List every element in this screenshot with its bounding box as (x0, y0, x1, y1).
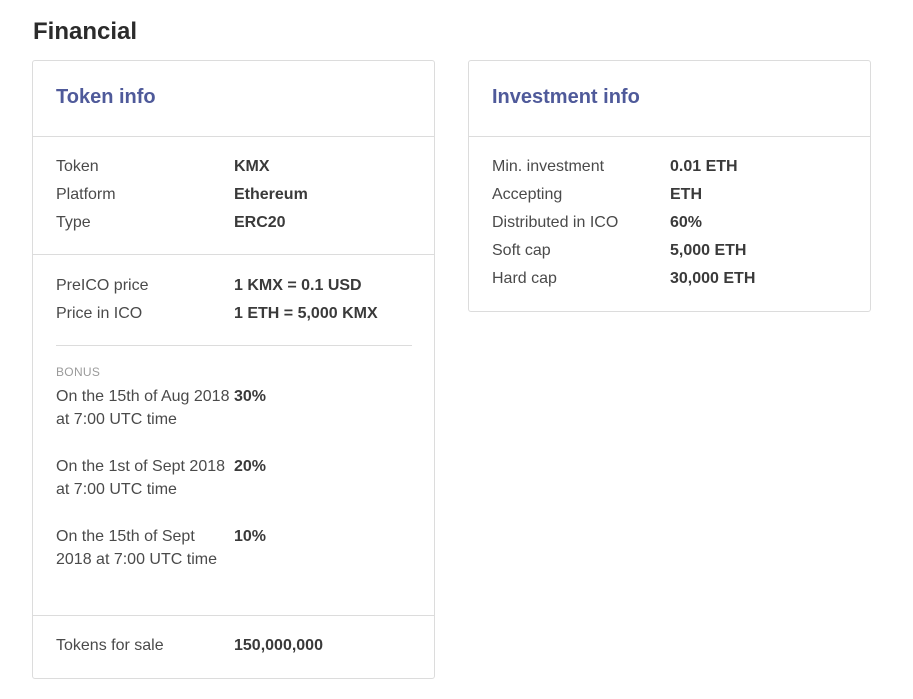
investment-info-title: Investment info (492, 86, 640, 108)
bonus-date: On the 15th of Aug 2018 at 7:00 UTC time (56, 388, 230, 428)
invest-label: Min. investment (492, 158, 605, 175)
price-value: 1 KMX = 0.1 USD (234, 277, 362, 294)
detail-label: Token (56, 158, 99, 175)
bonus-item: On the 15th of Aug 2018 at 7:00 UTC time… (56, 385, 266, 431)
investment-info-header: Investment info (469, 61, 870, 137)
sale-label: Tokens for sale (56, 637, 164, 654)
invest-row-hard-cap: Hard cap 30,000 ETH (492, 265, 870, 293)
investment-details: Min. investment 0.01 ETH Accepting ETH D… (469, 153, 870, 293)
invest-value: 30,000 ETH (670, 270, 756, 287)
invest-label: Accepting (492, 186, 563, 203)
price-value: 1 ETH = 5,000 KMX (234, 305, 378, 322)
detail-value: Ethereum (234, 186, 308, 203)
bonus-percent: 10% (234, 528, 267, 545)
invest-value: ETH (670, 186, 702, 203)
detail-row-token: Token KMX (56, 153, 434, 181)
invest-row-soft-cap: Soft cap 5,000 ETH (492, 237, 870, 265)
token-prices: PreICO price 1 KMX = 0.1 USD Price in IC… (33, 272, 434, 328)
price-row-preico: PreICO price 1 KMX = 0.1 USD (56, 272, 434, 300)
sale-value: 150,000,000 (234, 637, 323, 654)
detail-value: ERC20 (234, 214, 286, 231)
page-title: Financial (33, 18, 138, 45)
token-info-title: Token info (56, 86, 156, 108)
price-label: Price in ICO (56, 305, 143, 322)
detail-value: KMX (234, 158, 270, 175)
invest-row-distributed: Distributed in ICO 60% (492, 209, 870, 237)
bonus-item: On the 1st of Sept 2018 at 7:00 UTC time… (56, 455, 266, 501)
bonus-date: On the 15th of Sept 2018 at 7:00 UTC tim… (56, 528, 217, 568)
investment-info-card: Investment info Min. investment 0.01 ETH… (468, 60, 871, 312)
bonus-percent: 20% (234, 458, 267, 475)
token-info-header: Token info (33, 61, 434, 137)
invest-row-min: Min. investment 0.01 ETH (492, 153, 870, 181)
detail-label: Platform (56, 186, 116, 203)
bonus-percent: 30% (234, 388, 267, 405)
invest-value: 60% (670, 214, 703, 231)
bonus-heading: BONUS (56, 365, 101, 379)
sale-row: Tokens for sale 150,000,000 (56, 632, 434, 660)
detail-row-type: Type ERC20 (56, 209, 434, 237)
inner-divider (56, 345, 412, 346)
price-label: PreICO price (56, 277, 149, 294)
invest-row-accepting: Accepting ETH (492, 181, 870, 209)
invest-value: 0.01 ETH (670, 158, 738, 175)
invest-label: Soft cap (492, 242, 551, 259)
token-info-card: Token info Token KMX Platform Ethereum T… (32, 60, 435, 679)
invest-value: 5,000 ETH (670, 242, 747, 259)
bonus-item: On the 15th of Sept 2018 at 7:00 UTC tim… (56, 525, 266, 571)
bonus-date: On the 1st of Sept 2018 at 7:00 UTC time (56, 458, 226, 498)
section-divider (33, 254, 434, 255)
section-divider (33, 615, 434, 616)
detail-row-platform: Platform Ethereum (56, 181, 434, 209)
token-details: Token KMX Platform Ethereum Type ERC20 (33, 153, 434, 237)
detail-label: Type (56, 214, 91, 231)
invest-label: Distributed in ICO (492, 214, 619, 231)
tokens-for-sale: Tokens for sale 150,000,000 (33, 632, 434, 660)
invest-label: Hard cap (492, 270, 557, 287)
price-row-ico: Price in ICO 1 ETH = 5,000 KMX (56, 300, 434, 328)
